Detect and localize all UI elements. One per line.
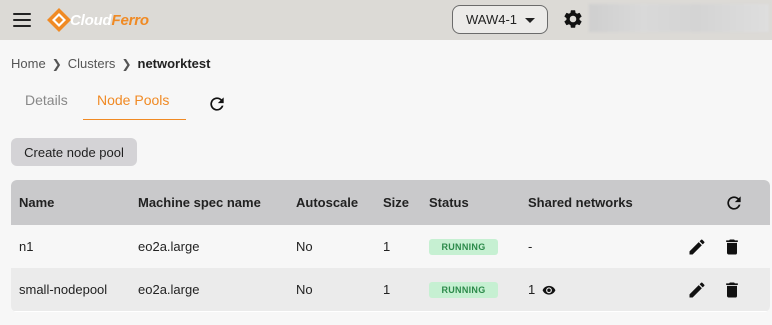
column-header-size[interactable]: Size	[383, 180, 409, 225]
chevron-right-icon: ❯	[51, 56, 62, 71]
logo-text: CloudFerro	[70, 12, 149, 29]
cell-status: RUNNING	[429, 268, 498, 311]
logo-text-suffix: Ferro	[111, 11, 150, 29]
region-select-value: WAW4-1	[466, 12, 518, 27]
logo-text-prefix: Cloud	[70, 11, 112, 29]
shared-networks-value: 1	[528, 282, 536, 297]
cell-name: n1	[19, 239, 34, 254]
cell-status: RUNNING	[429, 225, 498, 268]
cell-size: 1	[383, 282, 391, 297]
eye-icon[interactable]	[542, 285, 556, 295]
breadcrumb-current: networktest	[137, 56, 211, 71]
pencil-icon[interactable]	[687, 237, 707, 257]
cell-machine-spec: eo2a.large	[138, 239, 200, 254]
cell-shared-networks: 1	[528, 268, 556, 311]
region-select[interactable]: WAW4-1	[452, 5, 548, 34]
table-row[interactable]: n1 eo2a.large No 1 RUNNING -	[11, 225, 770, 268]
caret-down-icon	[525, 18, 535, 23]
cell-name: small-nodepool	[19, 282, 108, 297]
breadcrumb-clusters[interactable]: Clusters	[68, 56, 116, 71]
column-header-machine-spec[interactable]: Machine spec name	[138, 180, 261, 225]
top-bar: CloudFerro WAW4-1	[0, 0, 772, 40]
breadcrumb: Home ❯ Clusters ❯ networktest	[11, 56, 210, 71]
chevron-right-icon: ❯	[121, 56, 132, 71]
cell-autoscale: No	[296, 282, 313, 297]
status-badge: RUNNING	[429, 238, 498, 255]
menu-icon[interactable]	[12, 11, 32, 29]
pencil-icon[interactable]	[687, 280, 707, 300]
tab-details[interactable]: Details	[11, 84, 83, 120]
table-row[interactable]: small-nodepool eo2a.large No 1 RUNNING 1	[11, 268, 770, 311]
node-pools-table: Name Machine spec name Autoscale Size St…	[11, 180, 770, 312]
column-header-shared-networks[interactable]: Shared networks	[528, 180, 633, 225]
column-header-name[interactable]: Name	[19, 180, 54, 225]
breadcrumb-home[interactable]: Home	[11, 56, 46, 71]
cell-shared-networks: -	[528, 225, 532, 268]
logo[interactable]: CloudFerro	[46, 6, 149, 34]
cell-machine-spec: eo2a.large	[138, 282, 200, 297]
trash-icon[interactable]	[722, 280, 742, 300]
column-header-status[interactable]: Status	[429, 180, 469, 225]
column-header-autoscale[interactable]: Autoscale	[296, 180, 358, 225]
user-account-area[interactable]	[589, 4, 769, 32]
create-node-pool-button[interactable]: Create node pool	[11, 138, 137, 166]
cell-autoscale: No	[296, 239, 313, 254]
tab-bar: Details Node Pools	[11, 84, 186, 120]
status-badge: RUNNING	[429, 281, 498, 298]
shared-networks-value: -	[528, 239, 533, 254]
trash-icon[interactable]	[722, 237, 742, 257]
refresh-icon[interactable]	[207, 94, 227, 114]
cloudferro-logo-icon	[47, 8, 71, 32]
gear-icon[interactable]	[562, 8, 584, 30]
tab-node-pools[interactable]: Node Pools	[83, 84, 186, 120]
cell-size: 1	[383, 239, 391, 254]
table-header: Name Machine spec name Autoscale Size St…	[11, 180, 770, 225]
refresh-icon[interactable]	[724, 193, 744, 213]
